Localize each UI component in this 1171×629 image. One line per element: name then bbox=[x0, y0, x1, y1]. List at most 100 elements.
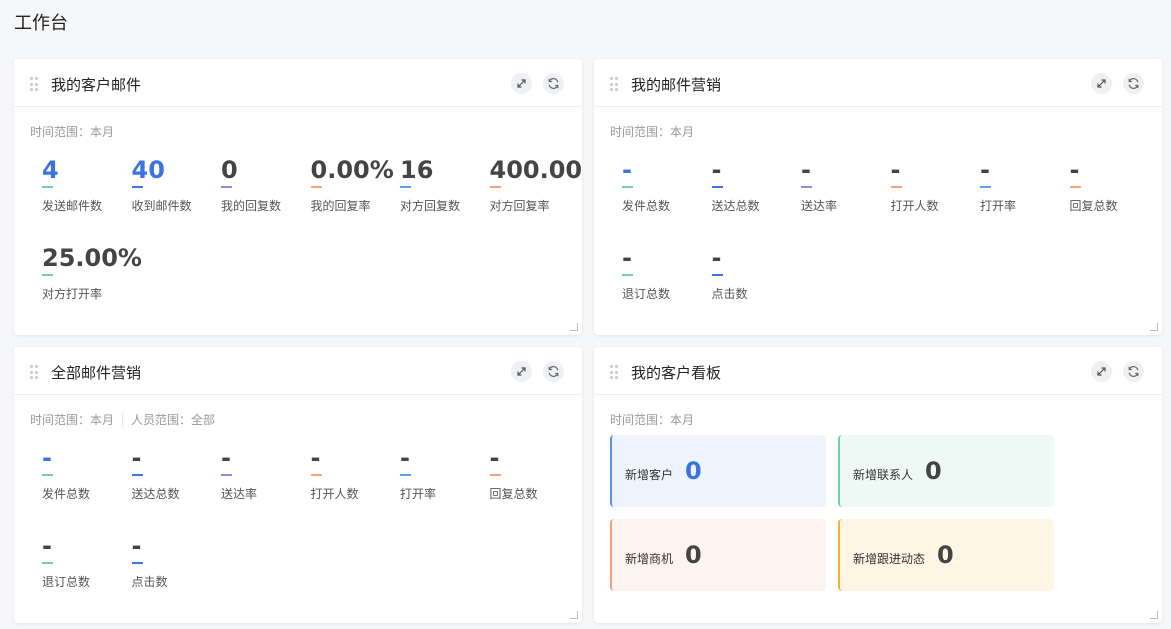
expand-button[interactable] bbox=[511, 73, 532, 94]
stat-item: - 送达总数 bbox=[711, 155, 802, 214]
stat-item: 40 收到邮件数 bbox=[131, 155, 222, 214]
stat-value: - bbox=[711, 156, 722, 184]
stat-value: - bbox=[890, 156, 901, 184]
time-scope: 时间范围：本月 bbox=[610, 411, 694, 428]
stat-accent-bar bbox=[1069, 186, 1081, 188]
drag-handle-icon[interactable] bbox=[610, 77, 618, 91]
stat-accent-bar bbox=[711, 274, 723, 276]
stat-value: - bbox=[1069, 156, 1080, 184]
stat-accent-bar bbox=[890, 186, 902, 188]
stat-value: - bbox=[221, 444, 231, 472]
stat-item: - 点击数 bbox=[711, 243, 802, 302]
stat-accent-bar bbox=[42, 474, 53, 476]
refresh-button[interactable] bbox=[1123, 361, 1144, 382]
stat-label: 回复总数 bbox=[489, 487, 538, 501]
stat-label: 回复总数 bbox=[1069, 199, 1118, 213]
resize-handle[interactable] bbox=[1150, 611, 1158, 619]
tile-label: 新增客户 bbox=[625, 467, 674, 482]
stat-item: 0 我的回复数 bbox=[221, 155, 311, 214]
refresh-icon bbox=[548, 78, 559, 89]
stat-label: 发件总数 bbox=[622, 199, 671, 213]
stat-label: 我的回复数 bbox=[221, 199, 282, 213]
expand-icon bbox=[517, 367, 526, 376]
card-title: 我的邮件营销 bbox=[631, 76, 722, 94]
card-header: 我的客户邮件 bbox=[14, 59, 582, 107]
refresh-button[interactable] bbox=[543, 73, 564, 94]
drag-handle-icon[interactable] bbox=[610, 365, 618, 379]
expand-icon bbox=[1097, 367, 1106, 376]
stat-value: - bbox=[711, 244, 722, 272]
stat-accent-bar bbox=[310, 474, 322, 476]
card-my-customer-board: 我的客户看板 时间范围：本月 新增客户 0 新增联系人 0 新增商机 0 新增跟… bbox=[594, 347, 1162, 623]
resize-handle[interactable] bbox=[570, 611, 578, 619]
stat-label: 点击数 bbox=[131, 575, 168, 589]
refresh-button[interactable] bbox=[543, 361, 564, 382]
stat-item: 400.00% 对方回复率 bbox=[489, 155, 583, 214]
stat-accent-bar bbox=[42, 186, 53, 188]
stat-value: - bbox=[801, 156, 811, 184]
stat-label: 对方回复率 bbox=[489, 199, 550, 213]
stat-accent-bar bbox=[131, 186, 143, 188]
stat-label: 我的回复率 bbox=[310, 199, 371, 213]
tile-value: 0 bbox=[937, 541, 954, 569]
drag-handle-icon[interactable] bbox=[30, 77, 38, 91]
stat-accent-bar bbox=[711, 186, 723, 188]
stat-value: - bbox=[622, 244, 632, 272]
card-header: 我的邮件营销 bbox=[594, 59, 1162, 107]
stat-item: - 回复总数 bbox=[1069, 155, 1160, 214]
tile-value: 0 bbox=[685, 457, 702, 485]
expand-button[interactable] bbox=[1091, 73, 1112, 94]
stats-grid: - 发件总数 - 送达总数 - 送达率 - 打开人数 - 打开率 - 回复总数 - 退订总数 - 点击数 bbox=[42, 443, 582, 623]
expand-button[interactable] bbox=[1091, 361, 1112, 382]
refresh-button[interactable] bbox=[1123, 73, 1144, 94]
stat-accent-bar bbox=[42, 274, 53, 276]
resize-handle[interactable] bbox=[1150, 323, 1158, 331]
card-title: 我的客户看板 bbox=[631, 364, 722, 382]
divider bbox=[122, 412, 124, 427]
tile-new-customers[interactable]: 新增客户 0 bbox=[610, 435, 826, 507]
stat-accent-bar bbox=[400, 474, 411, 476]
stat-accent-bar bbox=[489, 474, 501, 476]
stat-accent-bar bbox=[131, 474, 143, 476]
stat-value: - bbox=[622, 156, 632, 184]
stat-value: 0 bbox=[221, 156, 238, 184]
stat-accent-bar bbox=[980, 186, 991, 188]
resize-handle[interactable] bbox=[570, 323, 578, 331]
stat-value: 0.00% bbox=[310, 156, 394, 184]
stat-label: 打开率 bbox=[400, 487, 437, 501]
stat-label: 退订总数 bbox=[622, 287, 671, 301]
stat-label: 送达率 bbox=[221, 487, 258, 501]
tile-new-opportunities[interactable]: 新增商机 0 bbox=[610, 519, 826, 591]
stat-value: - bbox=[42, 444, 52, 472]
tile-new-contacts[interactable]: 新增联系人 0 bbox=[838, 435, 1054, 507]
drag-handle-icon[interactable] bbox=[30, 365, 38, 379]
page-title: 工作台 bbox=[14, 13, 68, 34]
stat-item: 16 对方回复数 bbox=[400, 155, 490, 214]
stat-value: - bbox=[131, 444, 142, 472]
stat-accent-bar bbox=[221, 474, 232, 476]
expand-icon bbox=[517, 79, 526, 88]
time-scope: 时间范围：本月 bbox=[610, 123, 694, 140]
refresh-icon bbox=[548, 366, 559, 377]
expand-button[interactable] bbox=[511, 361, 532, 382]
stat-value: - bbox=[310, 444, 321, 472]
stat-accent-bar bbox=[131, 562, 143, 564]
tile-label: 新增商机 bbox=[625, 551, 674, 566]
stat-value: - bbox=[489, 444, 500, 472]
tile-label: 新增联系人 bbox=[853, 467, 914, 482]
time-scope: 时间范围：本月 bbox=[30, 123, 114, 140]
tile-value: 0 bbox=[925, 457, 942, 485]
stat-label: 打开人数 bbox=[310, 487, 359, 501]
stat-accent-bar bbox=[622, 186, 633, 188]
stat-accent-bar bbox=[489, 186, 501, 188]
tile-new-followups[interactable]: 新增跟进动态 0 bbox=[838, 519, 1054, 591]
stat-label: 送达总数 bbox=[131, 487, 180, 501]
stat-label: 打开人数 bbox=[890, 199, 939, 213]
time-scope-label: 时间范围：本月 bbox=[30, 413, 115, 427]
stat-item: 25.00% 对方打开率 bbox=[42, 243, 142, 302]
stat-item: 4 发送邮件数 bbox=[42, 155, 132, 214]
stat-value: 40 bbox=[131, 156, 165, 184]
member-scope-label: 人员范围：全部 bbox=[131, 413, 216, 427]
stats-grid: 4 发送邮件数 40 收到邮件数 0 我的回复数 0.00% 我的回复率 16 对方回复数 400.… bbox=[42, 155, 582, 335]
stat-value: 400.00% bbox=[489, 156, 583, 184]
